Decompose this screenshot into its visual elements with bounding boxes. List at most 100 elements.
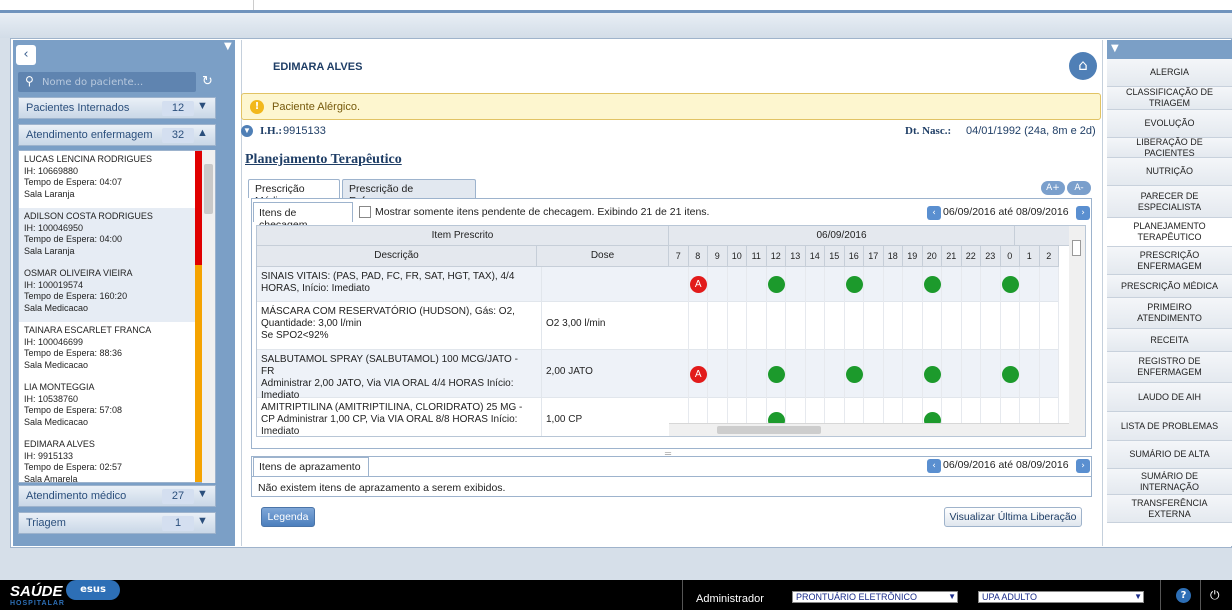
pin-icon[interactable]: ▼	[1111, 43, 1119, 54]
tab-prescricao-enfermagem[interactable]: Prescrição de Enfermagem	[342, 179, 476, 207]
schedule-cell[interactable]	[845, 302, 864, 350]
schedule-cell[interactable]	[864, 302, 884, 350]
schedule-cell[interactable]	[825, 350, 845, 398]
schedule-cell[interactable]	[942, 302, 962, 350]
dose-column-header[interactable]: Dose	[537, 246, 669, 267]
patient-list-item[interactable]: ADILSON COSTA RODRIGUES IH: 100046950 Te…	[19, 208, 203, 265]
table-row[interactable]: MÁSCARA COM RESERVATÓRIO (HUDSON), Gás: …	[257, 302, 669, 350]
patient-list-item[interactable]: OSMAR OLIVEIRA VIEIRA IH: 100019574 Temp…	[19, 265, 203, 322]
schedule-cell[interactable]	[1001, 302, 1020, 350]
schedule-cell[interactable]	[903, 350, 923, 398]
schedule-cell[interactable]	[747, 267, 767, 302]
menu-item-sumario-de-alta[interactable]: SUMÁRIO DE ALTA	[1107, 441, 1232, 469]
patient-list-item[interactable]: EDIMARA ALVES IH: 9915133 Tempo de Esper…	[19, 436, 203, 482]
schedule-cell[interactable]	[884, 350, 903, 398]
schedule-cell[interactable]	[825, 267, 845, 302]
schedule-cell[interactable]	[864, 350, 884, 398]
schedule-cell[interactable]	[962, 267, 981, 302]
schedule-cell[interactable]	[1040, 267, 1059, 302]
schedule-cell[interactable]	[747, 350, 767, 398]
menu-item-liberacao-de-pacientes[interactable]: LIBERAÇÃO DE PACIENTES	[1107, 137, 1232, 158]
font-decrease-button[interactable]: A-	[1067, 181, 1091, 195]
view-last-release-button[interactable]: Visualizar Última Liberação	[944, 507, 1082, 527]
schedule-cell[interactable]	[1040, 302, 1059, 350]
menu-item-primeiro-atendimento[interactable]: PRIMEIRO ATENDIMENTO	[1107, 298, 1232, 329]
schedule-cell[interactable]	[708, 302, 728, 350]
prev-date-button[interactable]: ‹	[927, 459, 941, 473]
schedule-cell[interactable]	[903, 267, 923, 302]
logout-icon[interactable]: ⏻	[1210, 588, 1224, 603]
expand-icon[interactable]: ▼	[241, 125, 253, 137]
done-check-marker[interactable]	[767, 365, 785, 383]
help-icon[interactable]: ?	[1176, 588, 1191, 603]
vertical-scrollbar[interactable]	[1069, 226, 1085, 436]
menu-item-sumario-de-internacao[interactable]: SUMÁRIO DE INTERNAÇÃO	[1107, 469, 1232, 495]
refresh-icon[interactable]: ↻	[202, 74, 213, 89]
menu-item-planejamento-terapeutico[interactable]: PLANEJAMENTO TERAPÊUTICO	[1107, 218, 1232, 247]
patient-list-scrollbar[interactable]	[202, 150, 215, 483]
schedule-cell[interactable]	[728, 302, 747, 350]
schedule-cell[interactable]	[669, 350, 689, 398]
schedule-cell[interactable]	[708, 267, 728, 302]
patient-list-item[interactable]: LUCAS LENCINA RODRIGUES IH: 10669880 Tem…	[19, 151, 203, 208]
schedule-cell[interactable]	[806, 302, 825, 350]
menu-item-receita[interactable]: RECEITA	[1107, 329, 1232, 352]
menu-item-evolucao[interactable]: EVOLUÇÃO	[1107, 110, 1232, 138]
table-row[interactable]: SALBUTAMOL SPRAY (SALBUTAMOL) 100 MCG/JA…	[257, 350, 669, 401]
desc-column-header[interactable]: Descrição	[257, 246, 537, 267]
tab-itens-checagem[interactable]: Itens de checagem	[253, 202, 353, 231]
schedule-cell[interactable]	[728, 267, 747, 302]
schedule-cell[interactable]	[669, 267, 689, 302]
schedule-cell[interactable]	[767, 302, 786, 350]
schedule-cell[interactable]	[884, 302, 903, 350]
table-row[interactable]: AMITRIPTILINA (AMITRIPTILINA, CLORIDRATO…	[257, 398, 669, 436]
menu-item-laudo-de-aih[interactable]: LAUDO DE AIH	[1107, 383, 1232, 412]
schedule-cell[interactable]	[669, 302, 689, 350]
collapse-sidebar-button[interactable]: ‹	[16, 45, 36, 65]
done-check-marker[interactable]	[1001, 276, 1019, 293]
schedule-cell[interactable]	[708, 350, 728, 398]
table-row[interactable]: SINAIS VITAIS: (PAS, PAD, FC, FR, SAT, H…	[257, 267, 669, 302]
schedule-cell[interactable]	[981, 350, 1001, 398]
menu-item-classificacao-de-triagem[interactable]: CLASSIFICAÇÃO DE TRIAGEM	[1107, 87, 1232, 110]
schedule-cell[interactable]	[981, 302, 1001, 350]
menu-item-transferencia-externa[interactable]: TRANSFERÊNCIA EXTERNA	[1107, 495, 1232, 523]
legend-button[interactable]: Legenda	[261, 507, 315, 527]
schedule-cell[interactable]	[942, 267, 962, 302]
group-triagem[interactable]: Triagem 1 ▼	[18, 512, 216, 534]
schedule-cell[interactable]	[728, 350, 747, 398]
schedule-cell[interactable]	[825, 302, 845, 350]
tab-prescricao-medica[interactable]: Prescrição Médica	[248, 179, 340, 207]
schedule-cell[interactable]	[884, 267, 903, 302]
menu-item-prescricao-medica[interactable]: PRESCRIÇÃO MÉDICA	[1107, 275, 1232, 298]
done-check-marker[interactable]	[923, 365, 941, 383]
schedule-cell[interactable]	[962, 302, 981, 350]
tab-itens-aprazamento[interactable]: Itens de aprazamento	[253, 457, 369, 476]
group-atendimento-enfermagem[interactable]: Atendimento enfermagem 32 ▲	[18, 124, 216, 146]
next-date-button[interactable]: ›	[1076, 459, 1090, 473]
patient-search-input[interactable]	[42, 74, 192, 90]
menu-item-lista-de-problemas[interactable]: LISTA DE PROBLEMAS	[1107, 412, 1232, 441]
schedule-cell[interactable]	[689, 302, 708, 350]
unit-select[interactable]: UPA ADULTO ▼	[978, 591, 1144, 603]
pending-check-marker[interactable]: A	[689, 365, 707, 383]
schedule-cell[interactable]	[786, 302, 806, 350]
done-check-marker[interactable]	[845, 365, 863, 383]
group-atendimento-medico[interactable]: Atendimento médico 27 ▼	[18, 485, 216, 507]
schedule-cell[interactable]	[962, 350, 981, 398]
schedule-cell[interactable]	[786, 350, 806, 398]
schedule-cell[interactable]	[786, 267, 806, 302]
group-pacientes-internados[interactable]: Pacientes Internados 12 ▼	[18, 97, 216, 119]
done-check-marker[interactable]	[845, 276, 863, 293]
schedule-cell[interactable]	[747, 302, 767, 350]
menu-item-prescricao-enfermagem[interactable]: PRESCRIÇÃO ENFERMAGEM	[1107, 247, 1232, 275]
next-date-button[interactable]: ›	[1076, 206, 1090, 220]
schedule-cell[interactable]	[806, 267, 825, 302]
schedule-cell[interactable]	[923, 302, 942, 350]
schedule-cell[interactable]	[1020, 350, 1040, 398]
patient-list-item[interactable]: TAINARA ESCARLET FRANCA IH: 100046699 Te…	[19, 322, 203, 379]
menu-item-parecer-de-especialista[interactable]: PARECER DE ESPECIALISTA	[1107, 186, 1232, 218]
schedule-cell[interactable]	[1020, 267, 1040, 302]
done-check-marker[interactable]	[767, 276, 785, 293]
pending-only-checkbox[interactable]	[359, 206, 371, 218]
